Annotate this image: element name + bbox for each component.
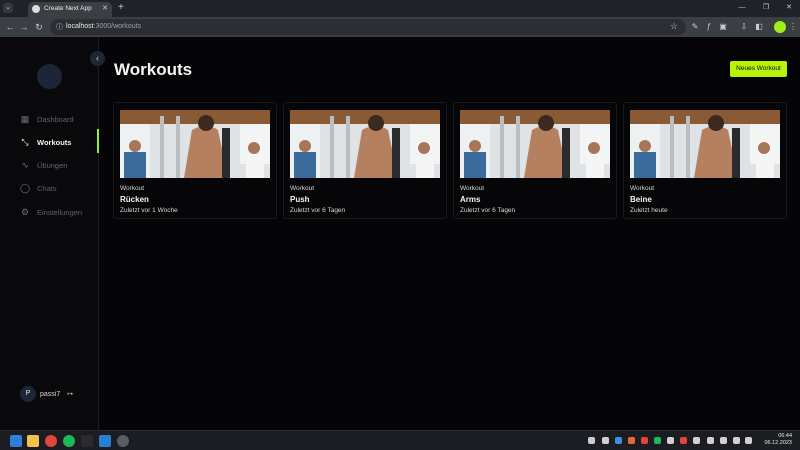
card-type: Workout	[460, 185, 485, 192]
sidebar-item-label: Einstellungen	[37, 207, 83, 217]
tray-app-icon[interactable]	[680, 437, 687, 444]
side-panel-icon[interactable]: ◧	[754, 22, 764, 32]
tray-chevron-icon[interactable]	[588, 437, 595, 444]
card-name: Push	[290, 195, 310, 204]
card-last-done: Zuletzt vor 1 Woche	[120, 207, 178, 214]
collapse-sidebar-button[interactable]: ‹	[90, 51, 105, 66]
workout-image	[460, 110, 610, 178]
download-icon[interactable]: ⇩	[739, 22, 749, 32]
workout-image	[290, 110, 440, 178]
tray-app-icon[interactable]	[667, 437, 674, 444]
vscode-icon[interactable]	[99, 435, 111, 447]
bookmark-star-icon[interactable]: ☆	[670, 21, 678, 32]
pen-icon[interactable]: ✎	[690, 22, 700, 32]
workout-image	[120, 110, 270, 178]
window-restore-icon[interactable]: ❐	[757, 2, 775, 14]
card-name: Rücken	[120, 195, 149, 204]
tray-app-icon[interactable]	[602, 437, 609, 444]
workout-card[interactable]: Workout Arms Zuletzt vor 6 Tagen	[453, 102, 617, 219]
clock[interactable]: 06:44 06.12.2023	[762, 433, 792, 447]
tray-app-icon[interactable]	[707, 437, 714, 444]
chat-icon: ◯	[20, 183, 31, 193]
window-minimize-icon[interactable]: —	[733, 2, 751, 14]
tray-app-icon[interactable]	[654, 437, 661, 444]
dumbbell-icon: ⤡	[21, 137, 29, 147]
url-text: localhost:3000/workouts	[66, 23, 142, 30]
gear-icon: ⚙	[20, 207, 30, 217]
user-profile: P passi7 ↦	[20, 386, 73, 402]
workout-list: Workout Rücken Zuletzt vor 1 Woche Worko…	[113, 102, 787, 219]
puzzle-icon[interactable]: ▣	[718, 22, 728, 32]
card-last-done: Zuletzt heute	[630, 207, 668, 214]
clock-date: 06.12.2023	[764, 440, 792, 446]
workout-card[interactable]: Workout Rücken Zuletzt vor 1 Woche	[113, 102, 277, 219]
tray-app-icon[interactable]	[628, 437, 635, 444]
chrome-icon[interactable]	[45, 435, 57, 447]
card-type: Workout	[120, 185, 145, 192]
browser-toolbar: ← → ↻ ⓘ localhost:3000/workouts ☆ ✎ ƒ ▣ …	[0, 17, 800, 37]
favicon-icon	[32, 5, 40, 13]
page-title: Workouts	[114, 60, 193, 79]
wifi-icon[interactable]	[733, 437, 740, 444]
card-name: Beine	[630, 195, 652, 204]
window-close-icon[interactable]: ✕	[780, 2, 798, 14]
sidebar-item-workouts[interactable]: ⤡ Workouts	[20, 135, 99, 149]
tray-app-icon[interactable]	[693, 437, 700, 444]
app-root: ▦ Dashboard ⤡ Workouts ∿ Übungen ◯ Chats…	[0, 37, 800, 430]
workout-card[interactable]: Workout Push Zuletzt vor 6 Tagen	[283, 102, 447, 219]
reload-icon[interactable]: ↻	[33, 21, 45, 33]
sidebar-item-dashboard[interactable]: ▦ Dashboard	[20, 112, 99, 126]
forward-arrow-icon[interactable]: →	[18, 21, 30, 33]
tray-app-icon[interactable]	[615, 437, 622, 444]
user-name: passi7	[40, 390, 61, 398]
logout-icon[interactable]: ↦	[67, 390, 73, 398]
tab-search-icon[interactable]: ⌄	[3, 3, 13, 13]
back-arrow-icon[interactable]: ←	[4, 21, 16, 33]
tab-title: Create Next App	[44, 5, 92, 12]
extension-f-icon[interactable]: ƒ	[704, 22, 714, 32]
windows-start-icon[interactable]	[10, 435, 22, 447]
microphone-icon[interactable]	[720, 437, 727, 444]
sidebar-item-einstellungen[interactable]: ⚙ Einstellungen	[20, 205, 99, 219]
sidebar-item-chats[interactable]: ◯ Chats	[20, 181, 99, 195]
dashboard-icon: ▦	[20, 114, 30, 124]
volume-icon[interactable]	[745, 437, 752, 444]
card-type: Workout	[290, 185, 315, 192]
card-last-done: Zuletzt vor 6 Tagen	[290, 207, 346, 214]
workout-image	[630, 110, 780, 178]
avatar[interactable]: P	[20, 386, 36, 402]
sidebar-item-label: Dashboard	[37, 114, 74, 124]
clock-time: 06:44	[778, 433, 792, 439]
new-workout-button[interactable]: Neues Workout	[730, 61, 787, 77]
terminal-icon[interactable]	[81, 435, 93, 447]
sidebar: ▦ Dashboard ⤡ Workouts ∿ Übungen ◯ Chats…	[0, 37, 99, 430]
workout-card[interactable]: Workout Beine Zuletzt heute	[623, 102, 787, 219]
active-indicator	[97, 129, 99, 153]
new-tab-icon[interactable]: +	[118, 2, 124, 14]
browser-tab-bar: ⌄ Create Next App ✕ + — ❐ ✕	[0, 0, 800, 17]
sidebar-item-uebungen[interactable]: ∿ Übungen	[20, 158, 99, 172]
tab-close-icon[interactable]: ✕	[102, 4, 108, 12]
os-taskbar: 06:44 06.12.2023	[0, 430, 800, 450]
profile-icon[interactable]	[774, 21, 786, 33]
sidebar-item-label: Chats	[37, 183, 57, 193]
card-type: Workout	[630, 185, 655, 192]
browser-tab[interactable]: Create Next App ✕	[28, 2, 112, 17]
file-explorer-icon[interactable]	[27, 435, 39, 447]
logo	[37, 64, 62, 89]
sidebar-item-label: Workouts	[37, 137, 72, 147]
spotify-icon[interactable]	[63, 435, 75, 447]
card-name: Arms	[460, 195, 481, 204]
site-info-icon[interactable]: ⓘ	[56, 22, 63, 32]
card-last-done: Zuletzt vor 6 Tagen	[460, 207, 516, 214]
activity-icon: ∿	[21, 160, 29, 170]
address-bar[interactable]: ⓘ localhost:3000/workouts ☆	[50, 19, 686, 35]
browser-app-icon[interactable]	[117, 435, 129, 447]
sidebar-item-label: Übungen	[37, 160, 68, 170]
tray-app-icon[interactable]	[641, 437, 648, 444]
browser-menu-icon[interactable]: ⋮	[788, 22, 798, 32]
